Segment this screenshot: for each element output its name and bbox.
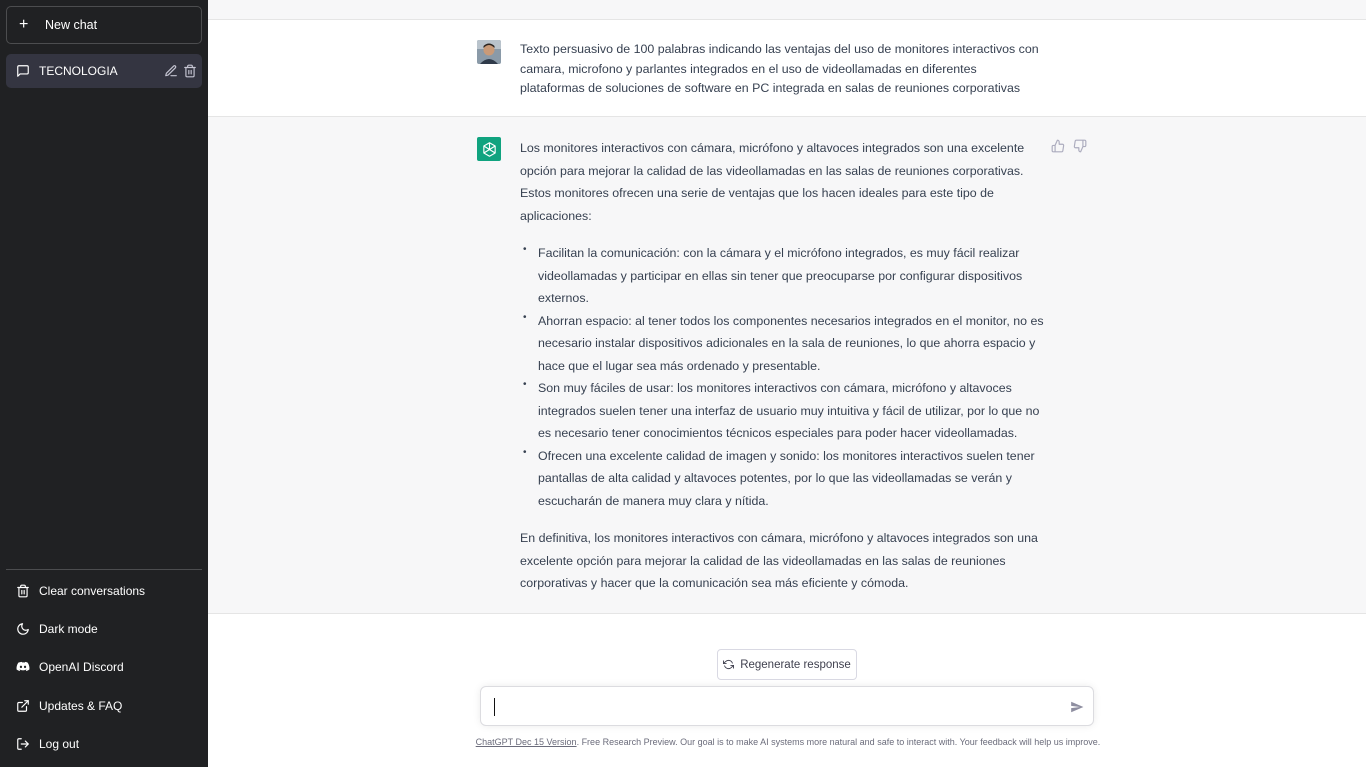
thumbs-up-icon[interactable]	[1051, 139, 1065, 153]
assistant-message-text: Los monitores interactivos con cámara, m…	[520, 137, 1046, 610]
assistant-message-row: Los monitores interactivos con cámara, m…	[208, 117, 1366, 614]
list-item: Facilitan la comunicación: con la cámara…	[520, 239, 1046, 310]
updates-faq-label: Updates & FAQ	[39, 699, 123, 713]
footer-note-text: . Free Research Preview. Our goal is to …	[576, 737, 1101, 747]
send-icon[interactable]	[1070, 700, 1084, 714]
chat-item-tecnologia[interactable]: TECNOLOGIA	[6, 54, 202, 88]
user-message-row: Texto persuasivo de 100 palabras indican…	[208, 20, 1366, 117]
edit-icon[interactable]	[164, 64, 178, 78]
trash-icon	[17, 584, 29, 598]
plus-icon: +	[19, 16, 29, 33]
sidebar-divider	[6, 569, 202, 570]
message-input[interactable]	[491, 697, 1051, 719]
dark-mode-label: Dark mode	[39, 622, 98, 636]
external-link-icon	[17, 700, 29, 712]
refresh-icon	[723, 659, 735, 670]
thumbs-down-icon[interactable]	[1073, 139, 1087, 153]
chat-title: TECNOLOGIA	[39, 64, 118, 78]
sidebar: + New chat TECNOLOGIA Clear conversation…	[0, 0, 208, 767]
openai-logo-icon	[477, 137, 501, 161]
regenerate-label: Regenerate response	[740, 658, 851, 671]
new-chat-label: New chat	[45, 18, 98, 32]
logout-icon	[17, 738, 29, 750]
dark-mode-link[interactable]: Dark mode	[6, 612, 202, 646]
text-caret	[494, 698, 495, 716]
message-composer	[480, 686, 1094, 726]
user-avatar	[477, 40, 501, 64]
top-strip	[208, 0, 1366, 20]
version-link[interactable]: ChatGPT Dec 15 Version	[476, 737, 577, 747]
moon-icon	[17, 623, 29, 635]
list-item: Ahorran espacio: al tener todos los comp…	[520, 307, 1046, 378]
openai-discord-link[interactable]: OpenAI Discord	[6, 650, 202, 684]
user-message-text: Texto persuasivo de 100 palabras indican…	[520, 42, 1039, 95]
discord-icon	[16, 661, 30, 672]
openai-discord-label: OpenAI Discord	[39, 660, 124, 674]
log-out-link[interactable]: Log out	[6, 727, 202, 761]
updates-faq-link[interactable]: Updates & FAQ	[6, 689, 202, 723]
clear-conversations-link[interactable]: Clear conversations	[6, 574, 202, 608]
clear-conversations-label: Clear conversations	[39, 584, 146, 598]
footer-note: ChatGPT Dec 15 Version. Free Research Pr…	[458, 737, 1118, 747]
chat-main: Texto persuasivo de 100 palabras indican…	[208, 0, 1366, 767]
assistant-bullet-list: Facilitan la comunicación: con la cámara…	[520, 239, 1046, 513]
chat-bubble-icon	[17, 65, 29, 77]
trash-icon[interactable]	[183, 64, 197, 78]
feedback-buttons	[1051, 139, 1087, 153]
log-out-label: Log out	[39, 737, 80, 751]
new-chat-button[interactable]: + New chat	[6, 6, 202, 44]
assistant-intro: Los monitores interactivos con cámara, m…	[520, 141, 1025, 223]
assistant-conclusion: En definitiva, los monitores interactivo…	[520, 531, 1038, 590]
list-item: Son muy fáciles de usar: los monitores i…	[520, 374, 1046, 445]
regenerate-response-button[interactable]: Regenerate response	[717, 649, 857, 680]
list-item: Ofrecen una excelente calidad de imagen …	[520, 442, 1046, 513]
